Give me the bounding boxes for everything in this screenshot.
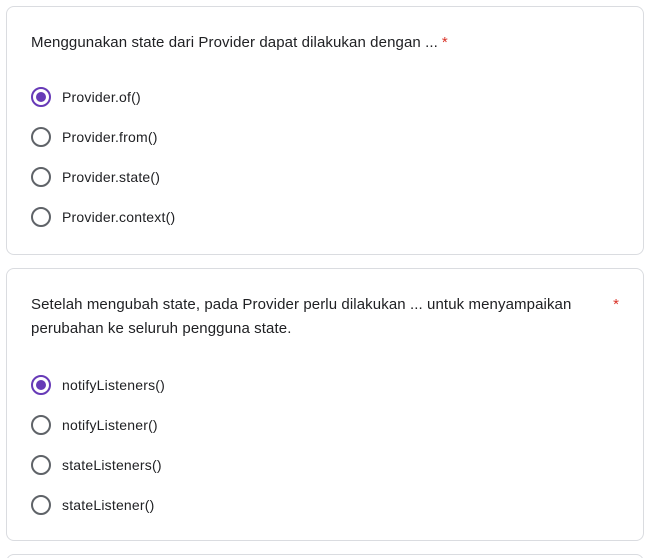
question-text: Menggunakan state dari Provider dapat di… — [31, 34, 438, 51]
radio-unchecked-icon[interactable] — [31, 207, 51, 227]
option-label: notifyListeners() — [62, 377, 165, 393]
radio-unchecked-icon[interactable] — [31, 167, 51, 187]
radio-unchecked-icon[interactable] — [31, 127, 51, 147]
radio-option[interactable]: notifyListeners() — [31, 365, 619, 405]
radio-option[interactable]: Provider.of() — [31, 77, 619, 117]
radio-unchecked-icon[interactable] — [31, 455, 51, 475]
radio-option[interactable]: stateListener() — [31, 485, 619, 525]
radio-group: Provider.of() Provider.from() Provider.s… — [31, 77, 619, 237]
question-title: Menggunakan state dari Provider dapat di… — [31, 31, 619, 55]
required-asterisk: * — [613, 296, 619, 313]
question-card-1: Menggunakan state dari Provider dapat di… — [6, 6, 644, 255]
question-card-2: Setelah mengubah state, pada Provider pe… — [6, 268, 644, 541]
radio-option[interactable]: Provider.from() — [31, 117, 619, 157]
question-text: Setelah mengubah state, pada Provider pe… — [31, 296, 572, 337]
option-label: Provider.from() — [62, 129, 158, 145]
radio-checked-icon[interactable] — [31, 375, 51, 395]
question-card-3-partial — [6, 554, 644, 558]
radio-option[interactable]: notifyListener() — [31, 405, 619, 445]
radio-option[interactable]: Provider.context() — [31, 197, 619, 237]
radio-group: notifyListeners() notifyListener() state… — [31, 365, 619, 525]
radio-unchecked-icon[interactable] — [31, 415, 51, 435]
option-label: Provider.state() — [62, 169, 161, 185]
option-label: notifyListener() — [62, 417, 158, 433]
option-label: stateListeners() — [62, 457, 162, 473]
radio-checked-icon[interactable] — [31, 87, 51, 107]
option-label: stateListener() — [62, 497, 155, 513]
option-label: Provider.context() — [62, 209, 176, 225]
radio-unchecked-icon[interactable] — [31, 495, 51, 515]
radio-option[interactable]: stateListeners() — [31, 445, 619, 485]
form-page: Menggunakan state dari Provider dapat di… — [0, 0, 651, 558]
option-label: Provider.of() — [62, 89, 141, 105]
required-asterisk: * — [441, 34, 448, 51]
radio-option[interactable]: Provider.state() — [31, 157, 619, 197]
